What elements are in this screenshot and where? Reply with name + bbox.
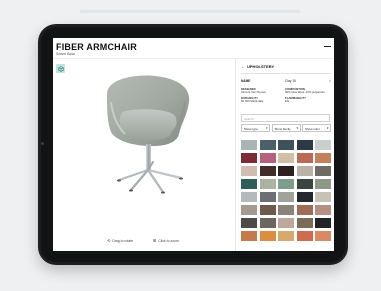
- color-swatch[interactable]: [259, 179, 276, 189]
- color-swatch[interactable]: [278, 153, 294, 163]
- color-swatch[interactable]: [241, 205, 257, 215]
- hint-rotate: ⟲ Drag to rotate: [107, 238, 133, 243]
- color-swatch[interactable]: [315, 179, 331, 189]
- chevron-down-icon: ▾: [296, 126, 298, 131]
- ar-view-button[interactable]: [56, 64, 65, 73]
- color-swatch[interactable]: [315, 166, 331, 176]
- color-swatch[interactable]: [315, 192, 331, 202]
- app-header: FIBER ARMCHAIR Swivel Base: [56, 42, 331, 58]
- color-swatch[interactable]: [296, 179, 313, 189]
- color-swatch[interactable]: [278, 231, 294, 241]
- filter-color-dropdown[interactable]: Show color ▾: [302, 124, 331, 132]
- color-swatch[interactable]: [296, 153, 313, 163]
- name-label: NAME: [241, 79, 251, 83]
- camera-icon: [41, 142, 44, 145]
- color-swatch[interactable]: [315, 218, 331, 228]
- color-swatch[interactable]: [296, 218, 313, 228]
- color-swatch[interactable]: [259, 192, 276, 202]
- spec-value: 60,000 Martindale: [241, 99, 264, 104]
- color-swatch[interactable]: [278, 205, 294, 215]
- filter-label: Show family: [274, 126, 291, 131]
- spec-designer: DESIGNER Vincent Van Duysen: [241, 87, 283, 95]
- arrow-left-icon: ←: [241, 64, 245, 69]
- color-swatch[interactable]: [278, 166, 294, 176]
- color-swatch[interactable]: [241, 192, 257, 202]
- color-swatch[interactable]: [278, 218, 294, 228]
- color-swatch[interactable]: [241, 140, 257, 150]
- color-swatch[interactable]: [241, 231, 257, 241]
- name-value: Clay 15: [285, 79, 296, 83]
- color-swatch[interactable]: [296, 205, 313, 215]
- hint-rotate-label: Drag to rotate: [112, 238, 134, 243]
- color-swatch[interactable]: [278, 140, 294, 150]
- color-swatch[interactable]: [315, 153, 331, 163]
- color-swatch[interactable]: [315, 140, 331, 150]
- filter-label: Show type: [244, 126, 259, 131]
- color-swatch[interactable]: [241, 218, 257, 228]
- search-input[interactable]: Search: [241, 114, 330, 122]
- hint-zoom-label: Click to zoom: [158, 238, 179, 243]
- color-swatch[interactable]: [296, 231, 313, 241]
- close-icon[interactable]: ×: [329, 79, 331, 83]
- filter-family-dropdown[interactable]: Show family ▾: [271, 124, 301, 132]
- panel-separator: [241, 73, 331, 74]
- product-subtitle: Swivel Base: [56, 52, 76, 56]
- color-swatch[interactable]: [259, 231, 276, 241]
- chevron-down-icon: ▾: [265, 126, 268, 131]
- filter-bar: Show type ▾ Show family ▾ Show color ▾: [241, 124, 331, 132]
- spec-value: 90% New Wool, 10% polyamide: [285, 90, 325, 95]
- spec-value: Vincent Van Duysen: [241, 90, 267, 95]
- color-swatch[interactable]: [259, 218, 276, 228]
- panel-title: UPHOLSTERY: [247, 64, 275, 69]
- color-swatch[interactable]: [315, 231, 331, 241]
- swatch-grid: [241, 140, 332, 241]
- color-swatch[interactable]: [259, 166, 276, 176]
- filter-label: Show color: [305, 126, 320, 131]
- color-swatch[interactable]: [241, 179, 257, 189]
- chevron-down-icon: ▾: [326, 126, 329, 131]
- back-button[interactable]: ← UPHOLSTERY: [241, 64, 274, 69]
- color-swatch[interactable]: [278, 192, 294, 202]
- color-swatch[interactable]: [241, 166, 257, 176]
- color-swatch[interactable]: [241, 153, 257, 163]
- spec-durability: DURABILITY 60,000 Martindale: [241, 96, 283, 104]
- background-decoration: [80, 10, 300, 13]
- spec-flammability: FLAMMABILITY EN: [285, 96, 327, 104]
- spec-value: EN: [285, 99, 289, 104]
- configurator-panel: ← UPHOLSTERY NAME Clay 15 × DESIGNER Vin…: [236, 58, 334, 251]
- filter-type-dropdown[interactable]: Show type ▾: [241, 124, 270, 132]
- color-swatch[interactable]: [278, 179, 294, 189]
- rotate-icon: ⟲: [107, 238, 111, 243]
- color-swatch[interactable]: [296, 192, 313, 202]
- color-swatch[interactable]: [259, 140, 276, 150]
- color-swatch[interactable]: [296, 140, 313, 150]
- hint-zoom: ⊞ Click to zoom: [153, 238, 179, 243]
- tablet-device: FIBER ARMCHAIR Swivel Base ⟲ Drag to rot…: [38, 24, 348, 265]
- app-screen: FIBER ARMCHAIR Swivel Base ⟲ Drag to rot…: [53, 38, 334, 251]
- color-swatch[interactable]: [315, 205, 331, 215]
- chair-3d-view[interactable]: [93, 72, 203, 197]
- color-swatch[interactable]: [259, 153, 276, 163]
- ar-cube-icon: [57, 65, 64, 72]
- zoom-icon: ⊞: [153, 238, 157, 243]
- viewer-hints: ⟲ Drag to rotate ⊞ Click to zoom: [93, 236, 223, 244]
- color-swatch[interactable]: [259, 205, 276, 215]
- menu-icon[interactable]: [324, 46, 331, 50]
- spec-composition: COMPOSITION 90% New Wool, 10% polyamide: [285, 87, 327, 95]
- color-swatch[interactable]: [296, 166, 313, 176]
- product-title: FIBER ARMCHAIR: [56, 42, 137, 52]
